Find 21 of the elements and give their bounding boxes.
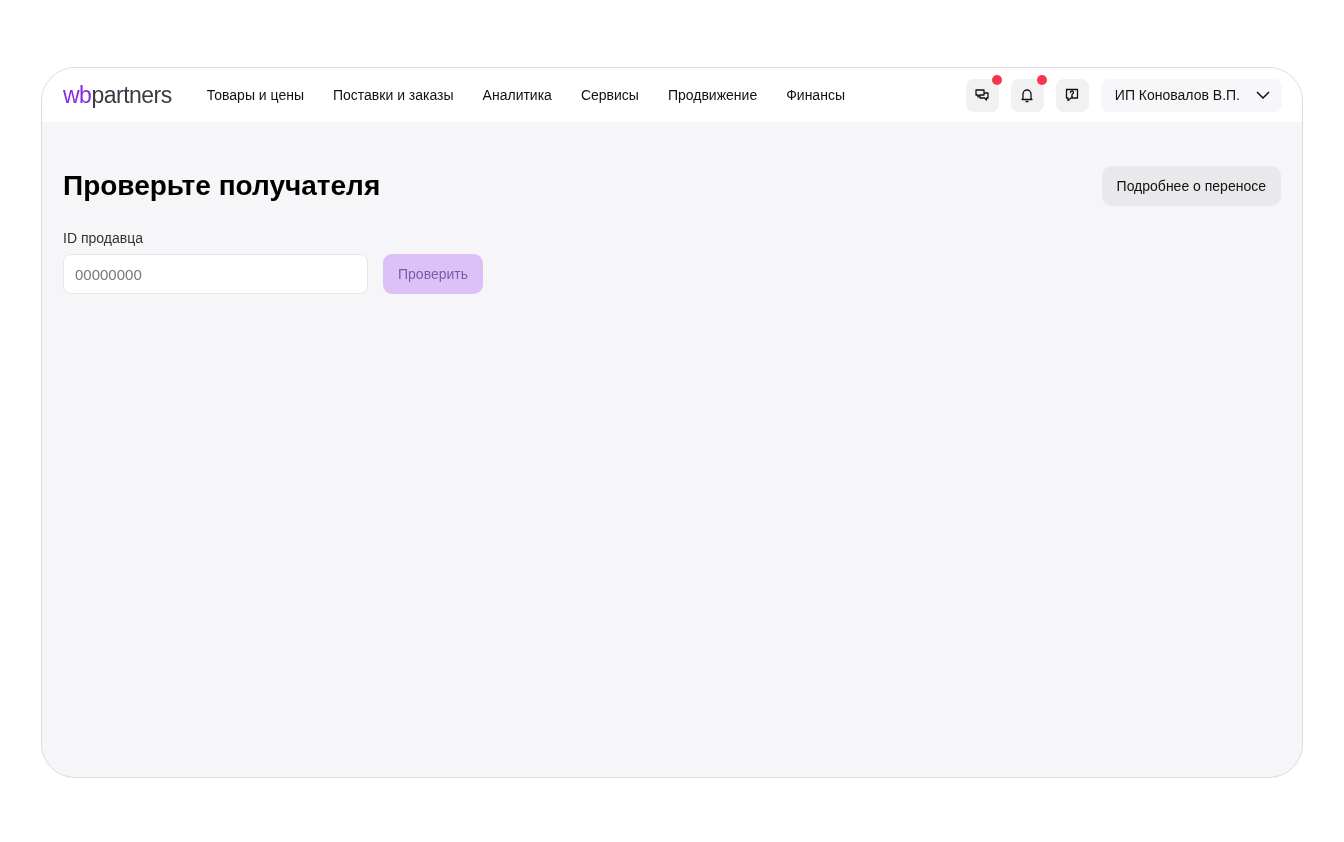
info-button[interactable]: Подробнее о переносе [1101,166,1281,206]
nav-link[interactable]: Товары и цены [206,87,304,103]
notifications-button[interactable] [1010,78,1044,112]
page-title: Проверьте получателя [63,170,381,202]
seller-id-field[interactable]: 00000000 [63,254,368,294]
chevron-down-icon [1256,91,1270,99]
account-dropdown[interactable]: ИП Коновалов В.П. [1100,78,1282,112]
nav-link[interactable]: Продвижение [667,87,758,103]
chat-bubbles-icon [975,88,990,102]
nav-link[interactable]: Финансы [786,87,845,103]
bell-icon [1020,87,1035,103]
notification-dot [991,74,1002,85]
chats-button[interactable] [965,78,999,112]
question-bubble-icon [1065,88,1080,102]
nav-link[interactable]: Аналитика [482,87,552,103]
nav-link[interactable]: Сервисы [580,87,639,103]
notification-dot [1036,74,1047,85]
nav-link[interactable]: Поставки и заказы [333,87,454,103]
logo[interactable]: wbpartners [63,81,172,109]
field-label: ID продавца [63,230,144,246]
support-button[interactable] [1055,78,1089,112]
